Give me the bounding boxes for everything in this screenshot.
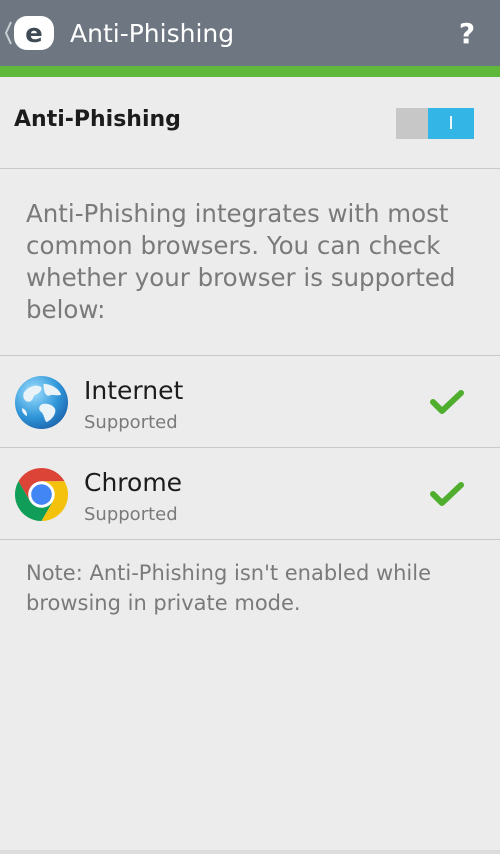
bottom-edge [0,850,500,854]
browser-status: Supported [84,504,178,525]
browser-name: Internet [84,376,184,405]
browser-status: Supported [84,412,178,433]
browser-list: Internet Supported Chrome Supported [0,355,500,540]
chevron-left-icon [4,21,12,45]
checkmark-icon [430,482,464,506]
page-title: Anti-Phishing [70,19,235,48]
svg-text:e: e [25,19,43,49]
chrome-icon [14,467,69,522]
switch-thumb: I [428,108,474,139]
private-mode-note: Note: Anti-Phishing isn't enabled while … [26,561,432,615]
checkmark-icon [430,390,464,414]
help-button[interactable]: ? [452,0,482,66]
anti-phishing-toggle-row[interactable]: Anti-Phishing I [0,77,500,169]
list-item-chrome: Chrome Supported [0,448,500,540]
feature-description: Anti-Phishing integrates with most commo… [26,199,456,324]
up-navigation-button[interactable]: e [0,0,62,66]
status-accent-bar [0,66,500,77]
list-item-internet: Internet Supported [0,356,500,448]
globe-icon [14,375,69,430]
toggle-label: Anti-Phishing [14,107,181,132]
eset-logo-icon: e [14,16,54,50]
action-bar: e Anti-Phishing ? [0,0,500,66]
anti-phishing-switch[interactable]: I [396,108,474,139]
browser-name: Chrome [84,468,183,497]
